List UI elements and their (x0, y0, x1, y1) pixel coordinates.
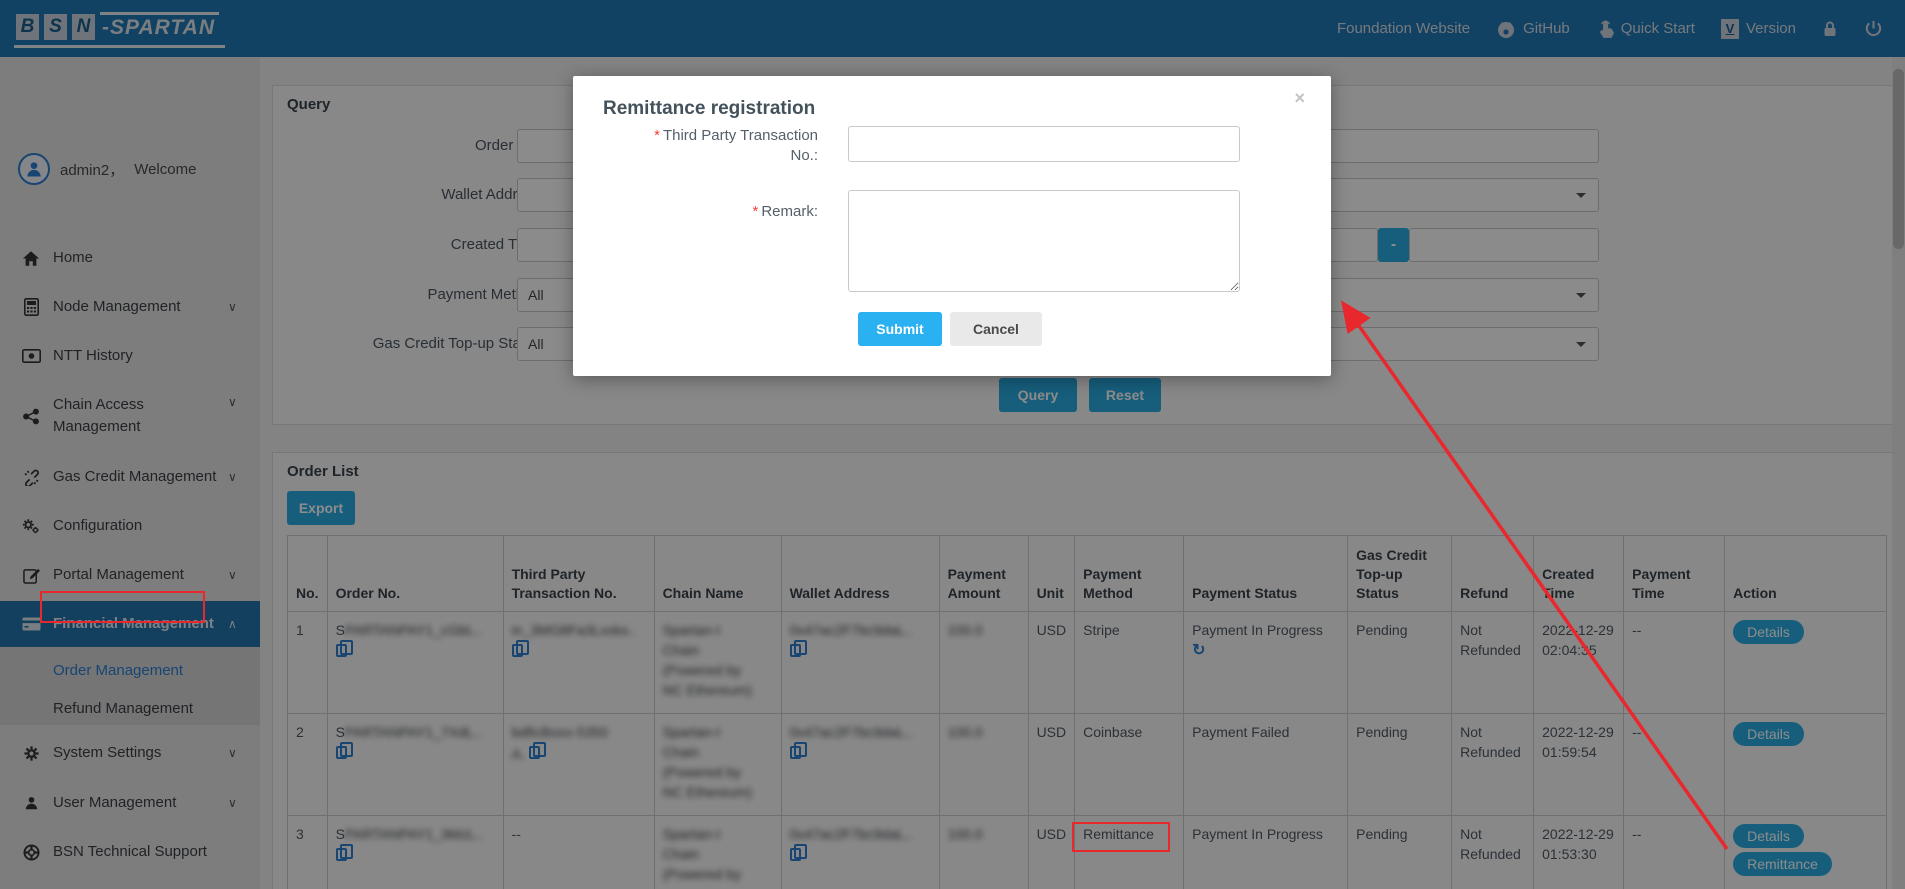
submit-button[interactable]: Submit (858, 312, 942, 346)
third-party-transaction-label: *Third Party Transaction No.: (573, 126, 818, 166)
third-party-transaction-input[interactable] (848, 126, 1240, 162)
modal-title: Remittance registration (603, 98, 815, 120)
close-icon[interactable]: × (1294, 88, 1305, 109)
remark-label: *Remark: (573, 202, 818, 222)
remittance-registration-modal: Remittance registration × *Third Party T… (573, 76, 1331, 376)
cancel-button[interactable]: Cancel (950, 312, 1042, 346)
bsn-spartan-portal: B S N -SPARTAN Foundation Website GitHub… (0, 0, 1905, 889)
remark-textarea[interactable] (848, 190, 1240, 292)
